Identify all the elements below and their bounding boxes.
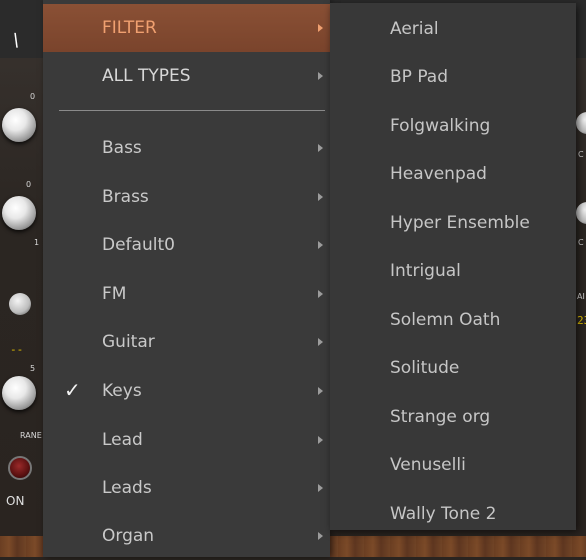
menu-item-label: ALL TYPES (102, 66, 191, 86)
right-label-c2: C (578, 238, 584, 247)
submenu-arrow-icon (318, 290, 323, 298)
checkmark-icon: ✓ (64, 377, 81, 402)
preset-item-label: Solitude (390, 358, 460, 378)
preset-item-intrigual[interactable]: Intrigual (330, 247, 576, 295)
menu-item-label: FM (102, 284, 127, 304)
menu-item-default0[interactable]: Default0 (43, 221, 330, 269)
submenu-arrow-icon (318, 193, 323, 201)
submenu-arrow-icon (318, 338, 323, 346)
submenu-arrow-icon (318, 24, 323, 32)
on-label: ON (6, 494, 25, 508)
toggle-button-1[interactable] (9, 293, 31, 315)
right-label-ai: AI (577, 292, 585, 301)
preset-item-venuselli[interactable]: Venuselli (330, 441, 576, 489)
knob-1-scale: 0 (30, 92, 36, 101)
preset-item-strange-org[interactable]: Strange org (330, 393, 576, 441)
preset-submenu: Aerial BP Pad Folgwalking Heavenpad Hype… (330, 3, 576, 530)
preset-item-wally-tone-2[interactable]: Wally Tone 2 (330, 490, 576, 538)
menu-item-all-types[interactable]: ALL TYPES (43, 52, 330, 100)
preset-item-label: Solemn Oath (390, 310, 501, 330)
menu-item-lead[interactable]: Lead (43, 416, 330, 464)
preset-item-label: Venuselli (390, 455, 466, 475)
submenu-arrow-icon (318, 144, 323, 152)
submenu-arrow-icon (318, 484, 323, 492)
menu-item-label: Default0 (102, 235, 175, 255)
preset-item-label: Folgwalking (390, 116, 491, 136)
preset-item-label: Heavenpad (390, 164, 487, 184)
knob-2-scale: 0 (26, 180, 32, 189)
preset-item-folgwalking[interactable]: Folgwalking (330, 102, 576, 150)
submenu-arrow-icon (318, 436, 323, 444)
right-label-c1: C (578, 150, 584, 159)
preset-item-solemn-oath[interactable]: Solemn Oath (330, 296, 576, 344)
preset-item-aerial[interactable]: Aerial (330, 5, 576, 53)
menu-item-label: Keys (102, 381, 142, 401)
knob-1[interactable] (2, 108, 36, 142)
knob-2-side-scale: 1 (34, 238, 40, 247)
preset-item-solitude[interactable]: Solitude (330, 344, 576, 392)
preset-item-bp-pad[interactable]: BP Pad (330, 53, 576, 101)
preset-item-label: Wally Tone 2 (390, 504, 497, 524)
preset-item-label: Aerial (390, 19, 439, 39)
knob-2[interactable] (2, 196, 36, 230)
preset-item-hyper-ensemble[interactable]: Hyper Ensemble (330, 199, 576, 247)
menu-item-fm[interactable]: FM (43, 270, 330, 318)
menu-item-organ[interactable]: Organ (43, 512, 330, 560)
submenu-arrow-icon (318, 532, 323, 540)
menu-item-filter[interactable]: FILTER (43, 4, 330, 52)
preset-item-label: Hyper Ensemble (390, 213, 530, 233)
preset-item-label: BP Pad (390, 67, 449, 87)
readout-left: -- (10, 343, 24, 356)
submenu-arrow-icon (318, 241, 323, 249)
menu-item-label: Leads (102, 478, 152, 498)
menu-item-label: Bass (102, 138, 142, 158)
range-label: RANE (20, 431, 42, 440)
menu-item-leads[interactable]: Leads (43, 464, 330, 512)
submenu-arrow-icon (318, 72, 323, 80)
preset-item-label: Intrigual (390, 261, 461, 281)
menu-item-keys[interactable]: ✓ Keys (43, 367, 330, 415)
menu-divider (59, 110, 325, 111)
menu-item-label: Brass (102, 187, 149, 207)
menu-item-label: FILTER (102, 18, 157, 38)
submenu-arrow-icon (318, 387, 323, 395)
menu-item-label: Lead (102, 430, 143, 450)
power-button[interactable] (8, 456, 32, 480)
preset-item-label: Strange org (390, 407, 491, 427)
readout-right: 23 (577, 314, 586, 327)
knob-3[interactable] (2, 376, 36, 410)
menu-item-guitar[interactable]: Guitar (43, 318, 330, 366)
preset-item-heavenpad[interactable]: Heavenpad (330, 150, 576, 198)
menu-item-label: Guitar (102, 332, 155, 352)
menu-item-label: Organ (102, 526, 155, 546)
menu-item-brass[interactable]: Brass (43, 173, 330, 221)
knob-3-scale: 5 (30, 364, 36, 373)
preset-filter-menu: FILTER ALL TYPES Bass Brass Default0 FM … (43, 0, 330, 557)
menu-item-bass[interactable]: Bass (43, 124, 330, 172)
